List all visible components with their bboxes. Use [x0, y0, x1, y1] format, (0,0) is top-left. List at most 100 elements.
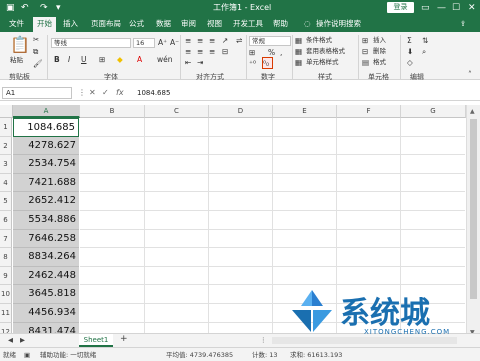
shrink-font-icon[interactable]: A⁻	[170, 38, 179, 48]
borders-icon[interactable]: ⊞	[99, 55, 105, 65]
paste-button[interactable]: 粘贴	[10, 56, 23, 65]
prev-sheet-icon[interactable]: ◀	[8, 335, 13, 345]
font-size-combo[interactable]: 16	[133, 38, 155, 48]
new-sheet-button[interactable]: +	[120, 334, 128, 344]
fill-icon[interactable]: ⬇	[407, 47, 413, 57]
restore-button[interactable]: ☐	[452, 2, 460, 14]
conditional-format-icon[interactable]: ▦	[295, 36, 302, 46]
close-button[interactable]: ✕	[468, 2, 476, 14]
cell-a[interactable]: 2652.412	[13, 192, 79, 211]
comma-style-icon[interactable]: ,	[280, 48, 282, 58]
column-header-c[interactable]: C	[145, 105, 209, 118]
row-header[interactable]: 11	[0, 304, 12, 323]
row-header[interactable]: 5	[0, 192, 12, 211]
undo-icon[interactable]: ↶	[21, 2, 29, 14]
tab-data[interactable]: 数据	[156, 18, 171, 30]
scroll-up-icon[interactable]: ▲	[470, 108, 475, 115]
format-as-table-icon[interactable]: ▦	[295, 47, 302, 57]
delete-cells-icon[interactable]: ⊟	[362, 47, 368, 57]
cell-a[interactable]: 7421.688	[13, 174, 79, 192]
format-cells-button[interactable]: 格式	[373, 58, 386, 67]
row-header[interactable]: 10	[0, 285, 12, 304]
underline-icon[interactable]: U	[81, 55, 87, 65]
find-select-icon[interactable]: ⌕	[422, 47, 426, 57]
font-name-combo[interactable]: 等线	[51, 38, 131, 48]
active-cell-a1[interactable]: 1084.685	[13, 118, 79, 137]
tab-help[interactable]: 帮助	[273, 18, 288, 30]
align-top-icon[interactable]: ≡	[185, 36, 191, 46]
align-bottom-icon[interactable]: ≡	[209, 36, 215, 46]
font-color-icon[interactable]: A	[137, 55, 142, 65]
column-header-d[interactable]: D	[209, 105, 273, 118]
customize-qat-icon[interactable]: ▾	[56, 2, 61, 14]
autosum-icon[interactable]: Σ	[407, 36, 412, 46]
cell-styles-icon[interactable]: ▦	[295, 58, 302, 68]
accounting-icon[interactable]: ⊞	[249, 48, 255, 58]
decrease-decimal-icon[interactable]: ⁰₀	[263, 59, 269, 69]
enter-icon[interactable]: ✓	[102, 87, 109, 99]
merge-center-icon[interactable]: ⊟	[222, 47, 228, 57]
login-button[interactable]: 登录	[387, 2, 414, 13]
macro-record-icon[interactable]: ▣	[24, 350, 30, 360]
column-header-f[interactable]: F	[337, 105, 401, 118]
bold-icon[interactable]: B	[54, 55, 60, 65]
cell-a[interactable]: 8834.264	[13, 248, 79, 267]
name-box-dropdown-icon[interactable]: ⋮	[78, 87, 86, 99]
formula-input[interactable]: 1084.685	[137, 87, 170, 99]
phonetic-icon[interactable]: wén	[157, 55, 173, 65]
row-header[interactable]: 4	[0, 174, 12, 192]
row-header[interactable]: 1	[0, 118, 12, 137]
row-header[interactable]: 2	[0, 137, 12, 155]
grow-font-icon[interactable]: A⁺	[158, 38, 167, 48]
tell-me-search[interactable]: 操作说明搜索	[316, 18, 361, 30]
clear-icon[interactable]: ◇	[407, 58, 413, 68]
copy-icon[interactable]: ⧉	[33, 47, 38, 57]
align-left-icon[interactable]: ≡	[185, 47, 191, 57]
cell-a[interactable]: 5534.886	[13, 211, 79, 230]
delete-cells-button[interactable]: 删除	[373, 47, 386, 56]
conditional-format-button[interactable]: 条件格式	[306, 36, 332, 45]
format-painter-icon[interactable]: 🖌	[33, 59, 43, 69]
tab-formulas[interactable]: 公式	[129, 18, 144, 30]
column-header-g[interactable]: G	[401, 105, 466, 118]
vertical-scrollbar[interactable]: ▲ ▼	[466, 105, 480, 340]
sheet-options-icon[interactable]: ⋮	[260, 335, 267, 345]
accessibility-status[interactable]: 辅助功能: 一切就绪	[40, 350, 96, 360]
next-sheet-icon[interactable]: ▶	[20, 335, 25, 345]
horizontal-scrollbar[interactable]	[272, 337, 457, 344]
column-header-a[interactable]: A	[13, 105, 80, 118]
share-icon[interactable]: ⇪	[460, 18, 466, 30]
insert-cells-button[interactable]: 插入	[373, 36, 386, 45]
cell-styles-button[interactable]: 单元格样式	[306, 58, 339, 67]
row-header[interactable]: 8	[0, 248, 12, 267]
align-right-icon[interactable]: ≡	[209, 47, 215, 57]
cell-a[interactable]: 2462.448	[13, 267, 79, 285]
ribbon-display-icon[interactable]: ▭	[421, 2, 430, 14]
decrease-indent-icon[interactable]: ⇤	[185, 58, 191, 68]
tab-insert[interactable]: 插入	[63, 18, 78, 30]
tab-view[interactable]: 视图	[207, 18, 222, 30]
orientation-icon[interactable]: ↗	[222, 36, 228, 46]
cell-a[interactable]: 2534.754	[13, 155, 79, 174]
sort-filter-icon[interactable]: ⇅	[422, 36, 428, 46]
minimize-button[interactable]: —	[437, 2, 446, 14]
save-icon[interactable]: ▣	[6, 2, 15, 14]
wrap-text-icon[interactable]: ⇌	[236, 36, 242, 46]
cancel-icon[interactable]: ✕	[89, 87, 96, 99]
align-center-icon[interactable]: ≡	[197, 47, 203, 57]
row-header[interactable]: 9	[0, 267, 12, 285]
collapse-ribbon-icon[interactable]: ˄	[468, 70, 472, 80]
increase-decimal-icon[interactable]: ⁺⁰	[249, 59, 256, 69]
cell-a[interactable]: 3645.818	[13, 285, 79, 304]
column-header-b[interactable]: B	[80, 105, 145, 118]
column-header-e[interactable]: E	[273, 105, 337, 118]
scroll-thumb[interactable]	[470, 119, 477, 299]
tab-developer[interactable]: 开发工具	[233, 18, 263, 30]
row-header[interactable]: 3	[0, 155, 12, 174]
tab-page-layout[interactable]: 页面布局	[91, 18, 121, 30]
paste-icon[interactable]: 📋	[10, 36, 30, 54]
row-header[interactable]: 7	[0, 230, 12, 248]
cut-icon[interactable]: ✂	[33, 35, 39, 45]
tab-file[interactable]: 文件	[9, 18, 24, 30]
select-all-button[interactable]	[0, 105, 13, 118]
